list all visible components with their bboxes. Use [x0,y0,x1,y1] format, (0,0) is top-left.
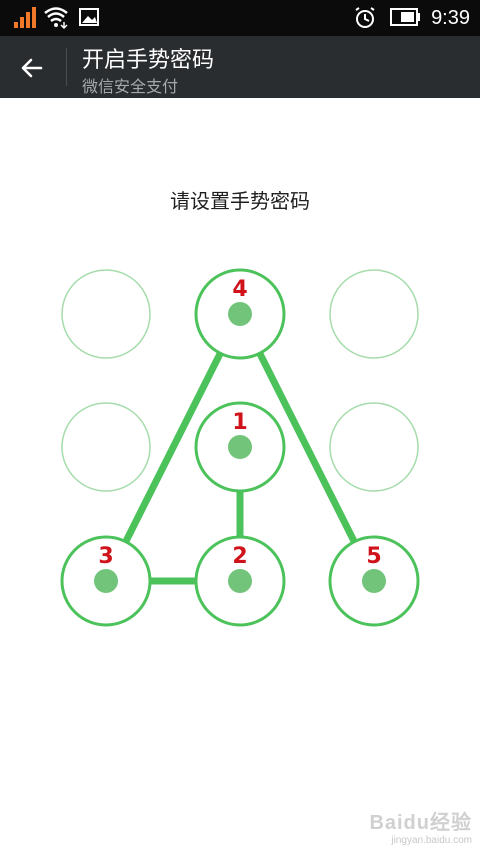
pattern-dot-r2c1[interactable] [61,402,151,492]
pattern-dot-r2c3[interactable] [329,402,419,492]
pattern-dot-center [362,569,386,593]
pattern-dot-ring [61,402,151,492]
pattern-order-label: 3 [98,544,113,569]
watermark-logo: Baidu经验 [369,812,472,834]
pattern-dot-r3c3[interactable]: 5 [328,535,420,627]
pattern-dot-r1c3[interactable] [329,269,419,359]
pattern-dot-r3c1[interactable]: 3 [60,535,152,627]
pattern-dot-ring [329,269,419,359]
pattern-order-label: 4 [232,277,247,302]
pattern-order-label: 2 [232,544,247,569]
pattern-dot-r2c2[interactable]: 1 [194,401,286,493]
pattern-dot-ring [61,269,151,359]
pattern-dot-ring [329,402,419,492]
pattern-dot-center [228,435,252,459]
pattern-dot-r1c2[interactable]: 4 [194,268,286,360]
pattern-dot-center [94,569,118,593]
pattern-dot-center [228,302,252,326]
pattern-dot-r3c2[interactable]: 2 [194,535,286,627]
pattern-order-label: 1 [232,410,247,435]
pattern-dot-center [228,569,252,593]
watermark: Baidu经验 jingyan.baidu.com [369,806,472,846]
watermark-url: jingyan.baidu.com [391,835,472,846]
gesture-pattern-grid[interactable]: 4 1 3 2 5 [0,0,480,854]
pattern-dot-r1c1[interactable] [61,269,151,359]
pattern-order-label: 5 [366,544,381,569]
